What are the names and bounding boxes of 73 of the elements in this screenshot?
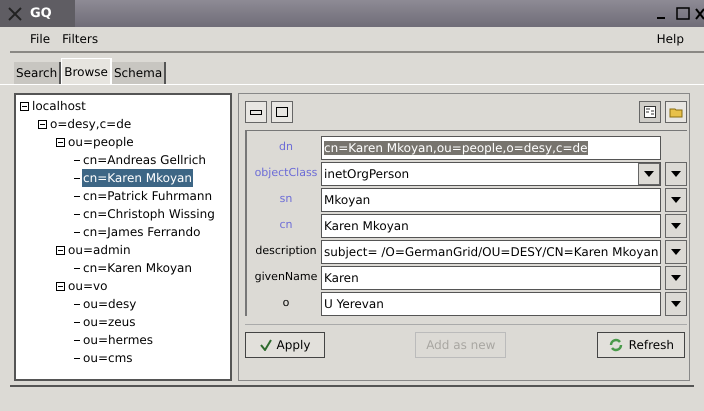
attribute-value: inetOrgPerson: [324, 166, 410, 182]
tree-item[interactable]: ou=zeus: [82, 313, 137, 331]
attribute-name: o: [282, 295, 290, 312]
attribute-value: Karen Mkoyan: [324, 218, 410, 234]
tree-item[interactable]: cn=Christoph Wissing: [82, 205, 216, 223]
tree-item[interactable]: localhost: [31, 97, 87, 115]
list-view-icon: [644, 106, 656, 118]
attribute-field[interactable]: U Yerevan: [321, 292, 661, 316]
tree-item[interactable]: o=desy,c=de: [49, 115, 132, 133]
menu-item[interactable]: Help: [656, 30, 684, 48]
window-title: GQ: [30, 4, 52, 23]
attribute-field[interactable]: inetOrgPerson: [321, 162, 661, 186]
attribute-field[interactable]: Karen: [321, 266, 661, 290]
tree-item[interactable]: cn=Andreas Gellrich: [82, 151, 207, 169]
check-icon: [260, 338, 272, 350]
tree-item[interactable]: ou=vo: [67, 277, 108, 295]
tree-item[interactable]: ou=cms: [82, 349, 134, 367]
action-button[interactable]: Apply: [245, 332, 325, 358]
value-menu-button[interactable]: [665, 240, 687, 264]
collapse-icon[interactable]: [56, 246, 65, 254]
attribute-value: U Yerevan: [324, 296, 385, 312]
attribute-name: sn: [278, 191, 294, 208]
dropdown-arrow-icon: [671, 300, 681, 306]
value-menu-button[interactable]: [665, 162, 687, 186]
attribute-field[interactable]: Mkoyan: [321, 188, 661, 212]
dropdown-arrow-icon: [671, 196, 681, 202]
collapse-icon[interactable]: [56, 138, 65, 146]
attribute-name: givenName: [254, 269, 318, 286]
folder-button[interactable]: [665, 101, 687, 123]
attribute-name: description: [254, 243, 318, 260]
dropdown-arrow-icon: [671, 274, 681, 280]
menu-item[interactable]: File: [30, 30, 50, 48]
attribute-value: Karen: [324, 270, 360, 286]
attribute-field[interactable]: Karen Mkoyan: [321, 214, 661, 238]
dropdown-button[interactable]: [638, 162, 660, 184]
value-menu-button[interactable]: [665, 266, 687, 290]
attribute-name: objectClass: [254, 165, 318, 182]
menu-item[interactable]: Filters: [62, 30, 98, 48]
tab[interactable]: Search: [14, 62, 62, 84]
attribute-field[interactable]: subject= /O=GermanGrid/OU=DESY/CN=Karen Mkoyan: [321, 240, 661, 264]
tree-item[interactable]: cn=Karen Mkoyan: [82, 169, 194, 187]
dropdown-arrow-icon: [671, 170, 681, 176]
action-button[interactable]: Refresh: [596, 332, 685, 358]
attribute-value: Mkoyan: [324, 192, 372, 208]
tree-item[interactable]: cn=Patrick Fuhrmann: [82, 187, 214, 205]
view-toggle-button[interactable]: [639, 101, 661, 123]
value-menu-button[interactable]: [665, 188, 687, 212]
expand-button[interactable]: [271, 101, 293, 123]
value-menu-button[interactable]: [665, 214, 687, 238]
tree-item[interactable]: cn=James Ferrando: [82, 223, 202, 241]
tab[interactable]: Schema: [112, 62, 166, 84]
attribute-name: dn: [278, 139, 294, 156]
collapse-icon[interactable]: [56, 282, 65, 290]
attribute-value: subject= /O=GermanGrid/OU=DESY/CN=Karen Mkoyan: [324, 244, 660, 260]
attribute-name: cn: [278, 217, 294, 234]
refresh-icon: [608, 338, 624, 352]
dropdown-arrow-icon: [671, 248, 681, 254]
tab[interactable]: Browse: [61, 58, 112, 84]
tree-item[interactable]: ou=admin: [67, 241, 132, 259]
tree-item[interactable]: ou=people: [67, 133, 135, 151]
dropdown-arrow-icon: [644, 170, 654, 176]
collapse-icon[interactable]: [20, 102, 29, 110]
collapse-button[interactable]: [245, 101, 267, 123]
tree-item[interactable]: cn=Karen Mkoyan: [82, 259, 194, 277]
tree-item[interactable]: ou=desy: [82, 295, 138, 313]
attribute-value: cn=Karen Mkoyan,ou=people,o=desy,c=de: [324, 140, 589, 156]
value-menu-button[interactable]: [665, 292, 687, 316]
attribute-field[interactable]: cn=Karen Mkoyan,ou=people,o=desy,c=de: [321, 136, 661, 160]
x-logo-icon: [8, 6, 22, 20]
folder-icon: [669, 106, 683, 118]
tree-item[interactable]: ou=hermes: [82, 331, 154, 349]
dropdown-arrow-icon: [671, 222, 681, 228]
collapse-icon[interactable]: [38, 120, 47, 128]
